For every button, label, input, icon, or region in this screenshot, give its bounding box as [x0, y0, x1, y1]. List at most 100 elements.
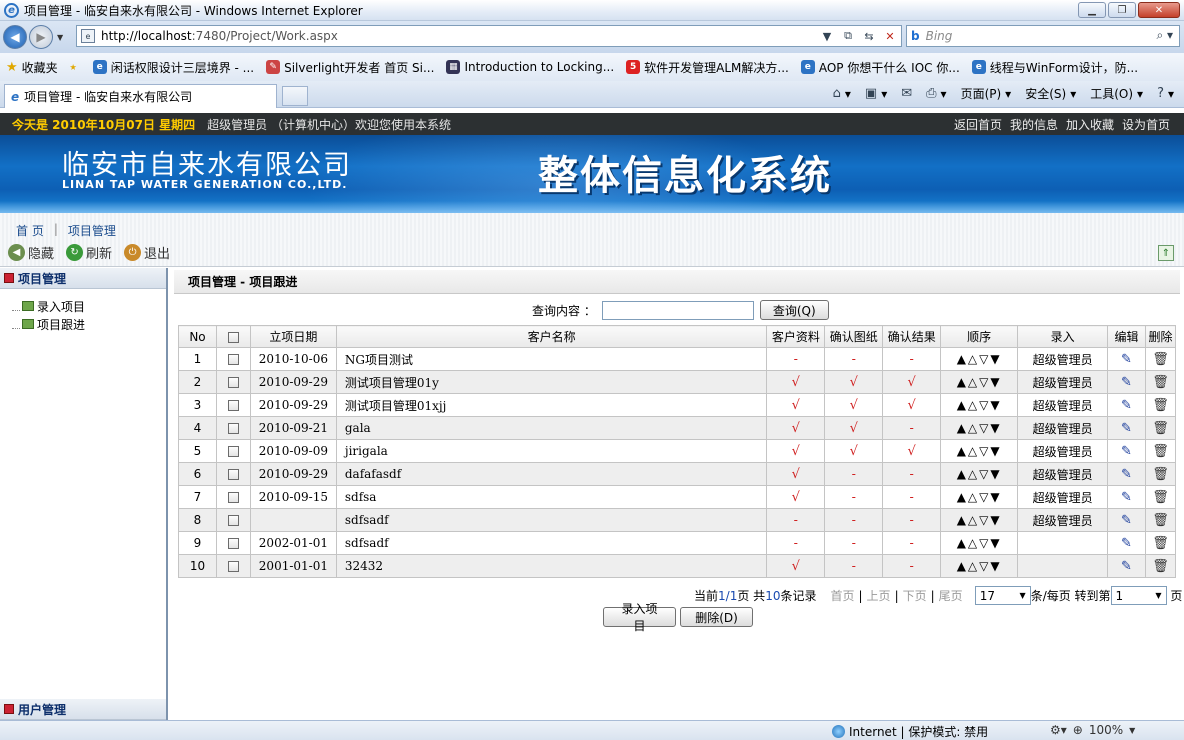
search-input[interactable]: b Bing ⌕ ▾: [906, 25, 1180, 47]
page-menu[interactable]: 页面(P) ▾: [961, 85, 1012, 102]
row-edit[interactable]: ✎: [1107, 485, 1146, 509]
collapse-arrow-icon[interactable]: ⇑: [1158, 245, 1174, 261]
sidebar-item-add-project[interactable]: 录入项目: [12, 297, 166, 315]
breadcrumb-home[interactable]: 首 页: [16, 222, 44, 239]
pager-next[interactable]: 下页: [903, 587, 927, 604]
row-order-controls[interactable]: ▲△▽▼: [940, 439, 1019, 463]
row-edit[interactable]: ✎: [1107, 416, 1146, 440]
edit-pencil-icon[interactable]: ✎: [1121, 467, 1132, 482]
row-checkbox[interactable]: [227, 561, 239, 572]
edit-pencil-icon[interactable]: ✎: [1121, 536, 1132, 551]
link-add-favorite[interactable]: 加入收藏: [1066, 116, 1114, 133]
edit-pencil-icon[interactable]: ✎: [1121, 375, 1132, 390]
sidebar-section-project[interactable]: 项目管理: [0, 268, 166, 289]
url-dropdown-icon[interactable]: ▼: [818, 27, 836, 45]
row-select[interactable]: [215, 347, 251, 371]
pager-last[interactable]: 尾页: [939, 587, 963, 604]
select-all-checkbox[interactable]: [227, 331, 239, 343]
row-delete[interactable]: 🗑: [1144, 531, 1177, 555]
col-select-all[interactable]: [215, 325, 251, 348]
pager-prev[interactable]: 上页: [867, 587, 891, 604]
row-order-controls[interactable]: ▲△▽▼: [940, 531, 1019, 555]
edit-pencil-icon[interactable]: ✎: [1121, 352, 1132, 367]
close-window-button[interactable]: ✕: [1138, 2, 1180, 18]
row-select[interactable]: [215, 370, 251, 394]
edit-pencil-icon[interactable]: ✎: [1121, 490, 1132, 505]
row-edit[interactable]: ✎: [1107, 370, 1146, 394]
row-order-controls[interactable]: ▲△▽▼: [940, 393, 1019, 417]
refresh-page-icon[interactable]: ⇆: [860, 27, 878, 45]
trash-icon[interactable]: 🗑: [1152, 352, 1169, 367]
query-input[interactable]: [601, 300, 754, 320]
tools-menu[interactable]: 工具(O) ▾: [1090, 85, 1143, 102]
row-order-controls[interactable]: ▲△▽▼: [940, 416, 1019, 440]
row-select[interactable]: [215, 485, 251, 509]
row-select[interactable]: [215, 554, 251, 578]
trash-icon[interactable]: 🗑: [1152, 467, 1169, 482]
row-edit[interactable]: ✎: [1107, 347, 1146, 371]
row-checkbox[interactable]: [227, 423, 239, 434]
row-checkbox[interactable]: [227, 446, 239, 457]
feeds-button[interactable]: ▣ ▾: [865, 86, 887, 101]
row-edit[interactable]: ✎: [1107, 393, 1146, 417]
new-tab-button[interactable]: [282, 86, 308, 106]
goto-page-select[interactable]: 1 ▼: [1110, 586, 1167, 605]
history-dropdown-icon[interactable]: ▼: [57, 33, 63, 42]
zoom-control[interactable]: ⚙▾ ⊕ 100% ▼: [1050, 723, 1135, 737]
edit-pencil-icon[interactable]: ✎: [1121, 444, 1132, 459]
favorite-link[interactable]: 5 软件开发管理ALM解决方...: [626, 59, 789, 76]
row-checkbox[interactable]: [227, 515, 239, 526]
pager-first[interactable]: 首页: [830, 587, 854, 604]
favorites-button[interactable]: ★ 收藏夹: [6, 59, 58, 76]
edit-pencil-icon[interactable]: ✎: [1121, 398, 1132, 413]
home-button[interactable]: ⌂ ▾: [833, 86, 851, 101]
search-icon[interactable]: ⌕ ▾: [1156, 28, 1173, 43]
row-select[interactable]: [215, 439, 251, 463]
row-delete[interactable]: 🗑: [1144, 370, 1177, 394]
row-delete[interactable]: 🗑: [1144, 462, 1177, 486]
row-edit[interactable]: ✎: [1107, 439, 1146, 463]
row-delete[interactable]: 🗑: [1144, 485, 1177, 509]
row-order-controls[interactable]: ▲△▽▼: [940, 370, 1019, 394]
row-checkbox[interactable]: [227, 469, 239, 480]
row-delete[interactable]: 🗑: [1144, 347, 1177, 371]
stop-icon[interactable]: ✕: [881, 27, 899, 45]
back-button[interactable]: ◀: [3, 25, 27, 49]
trash-icon[interactable]: 🗑: [1152, 513, 1169, 528]
trash-icon[interactable]: 🗑: [1152, 398, 1169, 413]
edit-pencil-icon[interactable]: ✎: [1121, 559, 1132, 574]
row-order-controls[interactable]: ▲△▽▼: [940, 462, 1019, 486]
refresh-button[interactable]: ↻ 刷新: [66, 243, 112, 262]
breadcrumb-current[interactable]: 项目管理: [68, 222, 116, 239]
row-select[interactable]: [215, 462, 251, 486]
logout-button[interactable]: ⏻ 退出: [124, 243, 170, 262]
favorite-link[interactable]: e 线程与WinForm设计，防...: [971, 59, 1138, 76]
row-edit[interactable]: ✎: [1107, 462, 1146, 486]
print-button[interactable]: ⎙ ▾: [926, 86, 946, 101]
sidebar-section-users[interactable]: 用户管理: [0, 699, 166, 720]
row-checkbox[interactable]: [227, 492, 239, 503]
trash-icon[interactable]: 🗑: [1152, 559, 1169, 574]
favorite-link[interactable]: e AOP 你想干什么 IOC 你...: [800, 59, 960, 76]
mail-button[interactable]: ✉: [901, 86, 912, 101]
maximize-button[interactable]: ❐: [1108, 2, 1136, 18]
row-select[interactable]: [215, 531, 251, 555]
link-home[interactable]: 返回首页: [954, 116, 1002, 133]
row-order-controls[interactable]: ▲△▽▼: [940, 347, 1019, 371]
compat-view-icon[interactable]: ⧉: [839, 27, 857, 45]
delete-button[interactable]: 删除(D): [680, 607, 753, 627]
trash-icon[interactable]: 🗑: [1152, 375, 1169, 390]
help-button[interactable]: ? ▾: [1157, 86, 1174, 101]
forward-button[interactable]: ▶: [29, 25, 53, 49]
row-edit[interactable]: ✎: [1107, 508, 1146, 532]
page-size-select[interactable]: 17 ▼: [974, 586, 1031, 605]
row-delete[interactable]: 🗑: [1144, 393, 1177, 417]
query-button[interactable]: 查询(Q): [759, 300, 829, 320]
row-select[interactable]: [215, 416, 251, 440]
minimize-button[interactable]: ▁: [1078, 2, 1106, 18]
row-delete[interactable]: 🗑: [1144, 416, 1177, 440]
favorite-link[interactable]: e 闲话权限设计三层境界 - ...: [92, 59, 254, 76]
favorite-link[interactable]: ✎ Silverlight开发者 首页 Si...: [266, 59, 434, 76]
row-order-controls[interactable]: ▲△▽▼: [940, 508, 1019, 532]
trash-icon[interactable]: 🗑: [1152, 536, 1169, 551]
